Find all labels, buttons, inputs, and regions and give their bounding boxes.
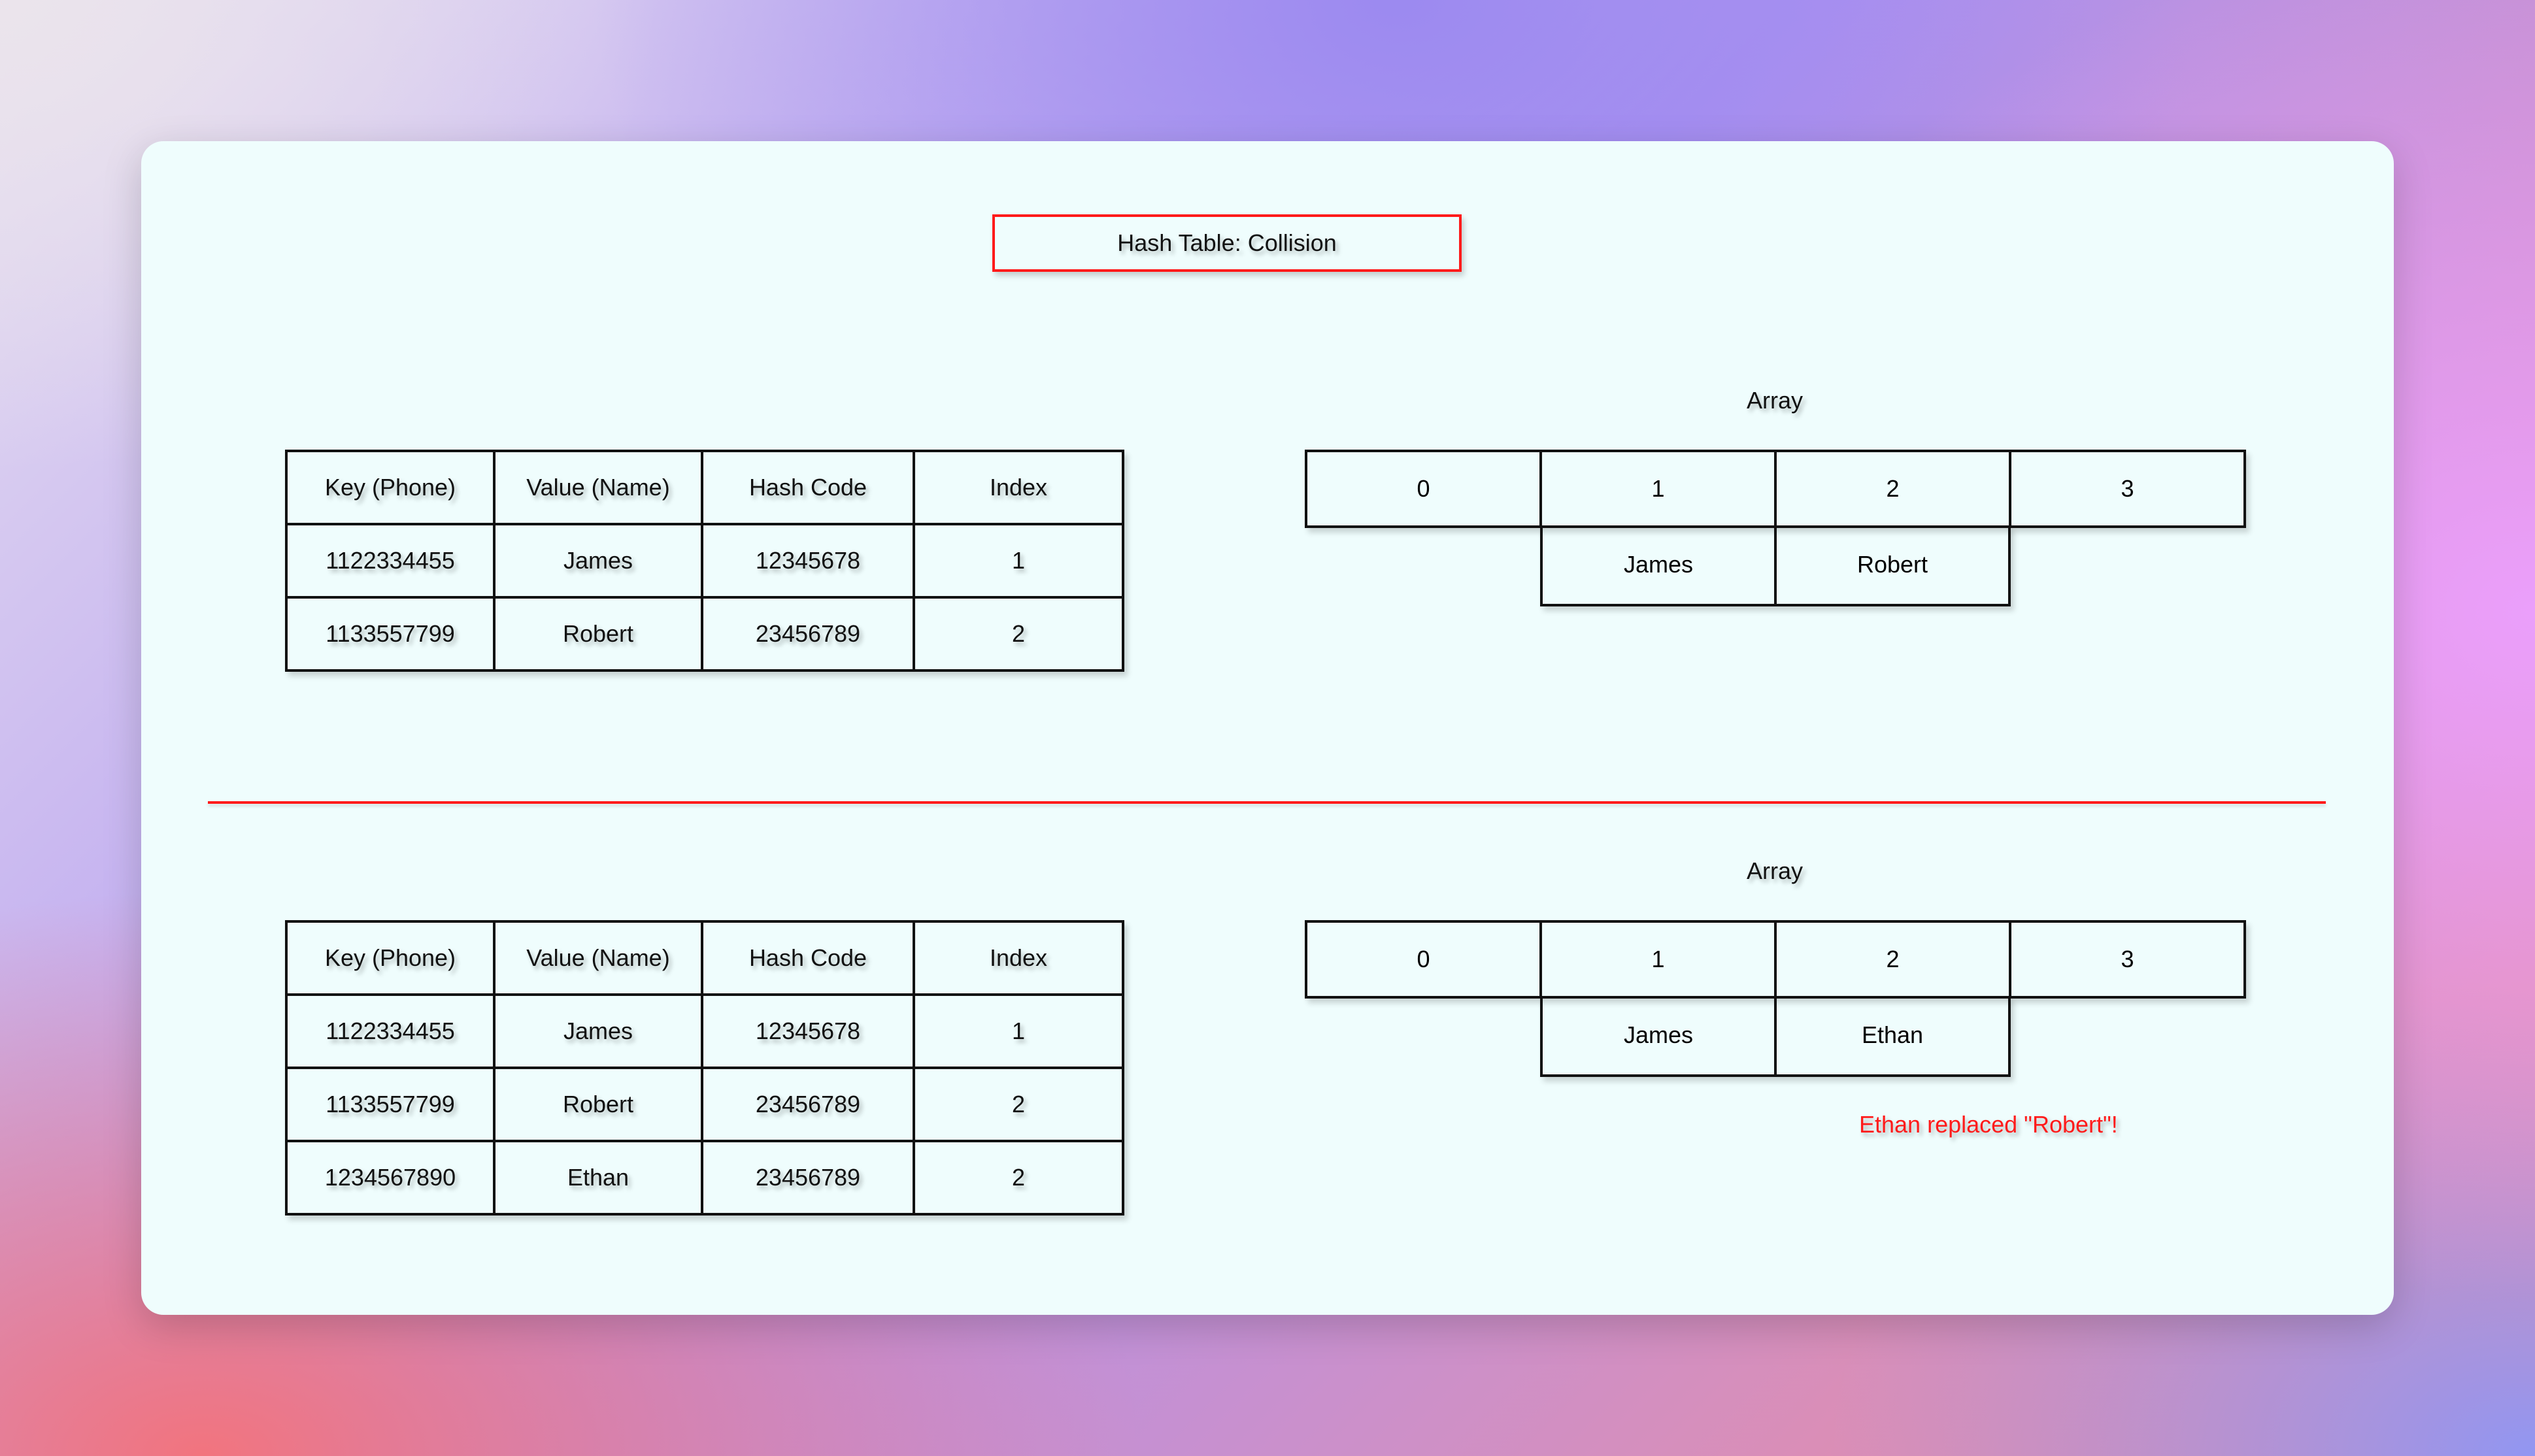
table-cell-value: James xyxy=(493,523,703,599)
array-label-before: Array xyxy=(1747,387,1804,414)
array-index-cell: 0 xyxy=(1307,452,1542,525)
array-after: 0 1 2 3 James Ethan xyxy=(1305,920,2246,1077)
array-before: 0 1 2 3 James Robert xyxy=(1305,450,2246,606)
array-value-row: James Robert xyxy=(1540,525,2011,606)
table-header-row: Key (Phone) Value (Name) Hash Code Index xyxy=(285,920,1124,996)
diagram-title: Hash Table: Collision xyxy=(992,214,1462,272)
hash-table-before: Key (Phone) Value (Name) Hash Code Index… xyxy=(285,450,1124,672)
table-header-key: Key (Phone) xyxy=(285,920,495,996)
array-index-cell: 2 xyxy=(1777,452,2011,525)
table-cell-hash-code: 23456789 xyxy=(701,1067,915,1142)
table-cell-index: 1 xyxy=(913,523,1124,599)
array-index-cell: 3 xyxy=(2121,475,2134,502)
table-header-hash-code: Hash Code xyxy=(701,920,915,996)
table-header-index: Index xyxy=(913,450,1124,525)
table-header-row: Key (Phone) Value (Name) Hash Code Index xyxy=(285,450,1124,525)
table-cell-hash-code: 23456789 xyxy=(701,596,915,672)
table-cell-key: 1133557799 xyxy=(285,1067,495,1142)
array-index-cell: 3 xyxy=(2121,946,2134,972)
table-cell-value: Robert xyxy=(493,1067,703,1142)
table-cell-index: 1 xyxy=(913,993,1124,1069)
table-cell-value: Robert xyxy=(493,596,703,672)
table-cell-index: 2 xyxy=(913,1067,1124,1142)
table-cell-key: 1133557799 xyxy=(285,596,495,672)
section-divider xyxy=(208,801,2326,804)
array-value-cell: Ethan xyxy=(1861,1021,1924,1048)
table-row: 1133557799 Robert 23456789 2 xyxy=(285,1067,1124,1142)
hash-table-after: Key (Phone) Value (Name) Hash Code Index… xyxy=(285,920,1124,1216)
table-cell-index: 2 xyxy=(913,596,1124,672)
table-cell-key: 1234567890 xyxy=(285,1140,495,1216)
table-row: 1234567890 Ethan 23456789 2 xyxy=(285,1140,1124,1216)
table-cell-value: James xyxy=(493,993,703,1069)
table-header-index: Index xyxy=(913,920,1124,996)
diagram-card: Hash Table: Collision Key (Phone) Value … xyxy=(141,141,2394,1315)
array-index-cell: 0 xyxy=(1307,923,1542,996)
table-header-hash-code: Hash Code xyxy=(701,450,915,525)
table-header-value: Value (Name) xyxy=(493,450,703,525)
table-cell-key: 1122334455 xyxy=(285,993,495,1069)
array-index-cell: 1 xyxy=(1542,452,1777,525)
array-index-cell: 2 xyxy=(1777,923,2011,996)
array-value-cell: Robert xyxy=(1856,551,1928,578)
table-row: 1133557799 Robert 23456789 2 xyxy=(285,596,1124,672)
array-label-after: Array xyxy=(1747,857,1804,884)
table-cell-hash-code: 12345678 xyxy=(701,993,915,1069)
array-value-row: James Ethan xyxy=(1540,996,2011,1077)
table-row: 1122334455 James 12345678 1 xyxy=(285,993,1124,1069)
table-cell-hash-code: 23456789 xyxy=(701,1140,915,1216)
table-header-key: Key (Phone) xyxy=(285,450,495,525)
table-row: 1122334455 James 12345678 1 xyxy=(285,523,1124,599)
table-cell-key: 1122334455 xyxy=(285,523,495,599)
array-value-cell: James xyxy=(1543,996,1777,1074)
array-index-row: 0 1 2 3 xyxy=(1305,450,2246,528)
array-value-cell: James xyxy=(1543,525,1777,604)
table-cell-hash-code: 12345678 xyxy=(701,523,915,599)
table-cell-value: Ethan xyxy=(493,1140,703,1216)
array-index-row: 0 1 2 3 xyxy=(1305,920,2246,999)
table-cell-index: 2 xyxy=(913,1140,1124,1216)
collision-note: Ethan replaced "Robert"! xyxy=(1859,1111,2118,1138)
array-index-cell: 1 xyxy=(1542,923,1777,996)
table-header-value: Value (Name) xyxy=(493,920,703,996)
